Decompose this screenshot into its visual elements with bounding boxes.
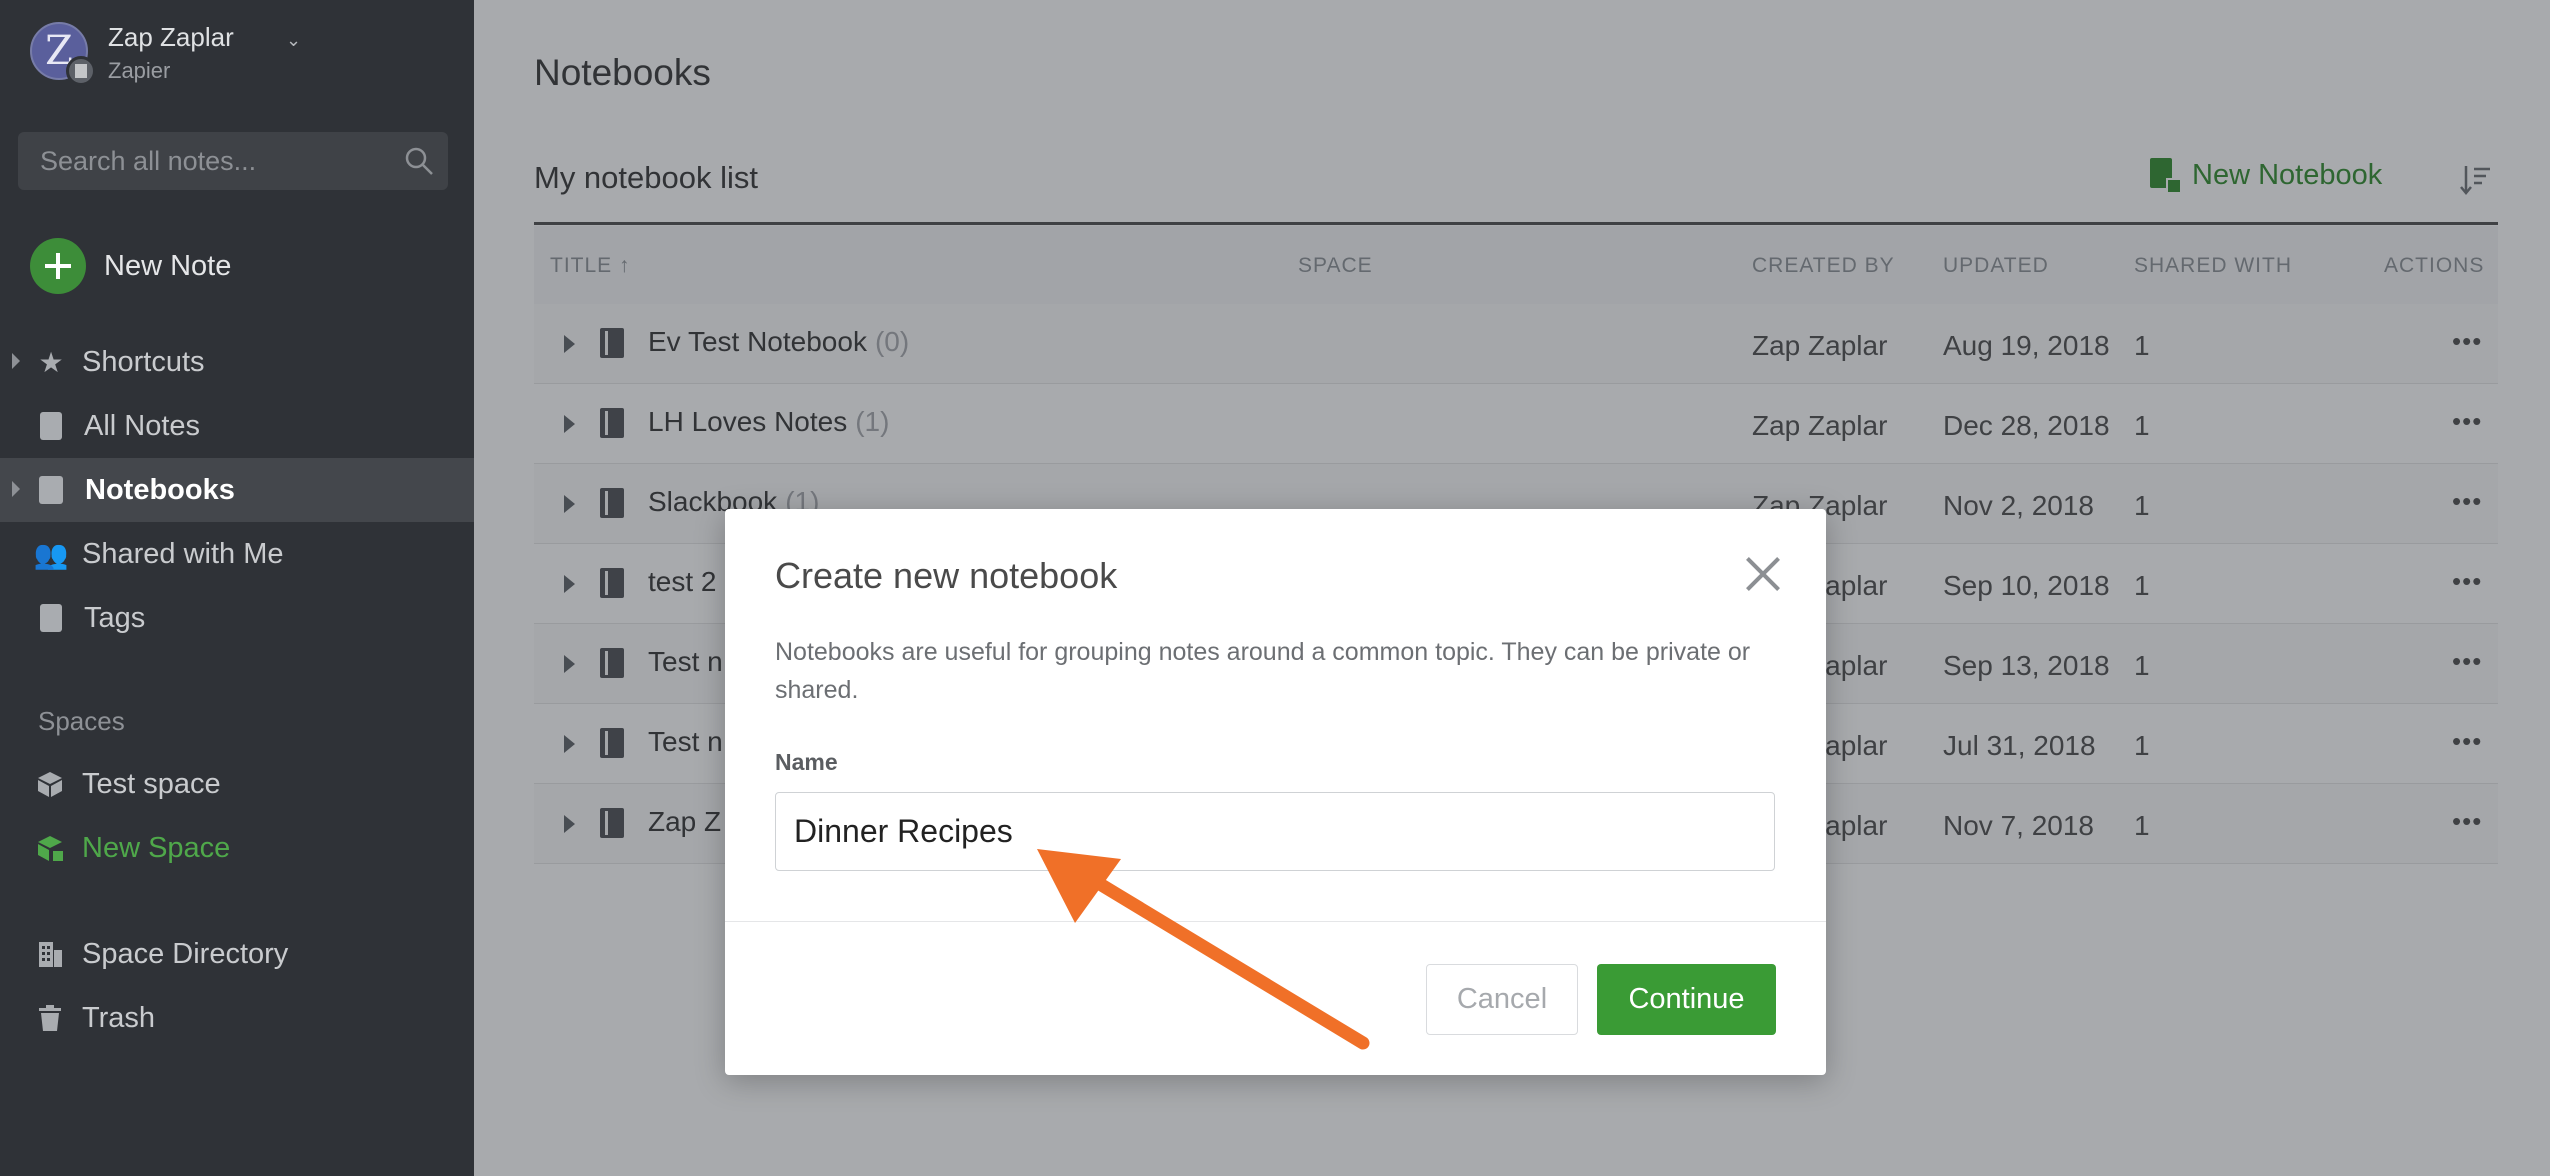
trash-icon (39, 1005, 61, 1031)
search-box (18, 132, 448, 190)
new-note-label: New Note (104, 249, 232, 282)
close-icon[interactable] (1746, 557, 1780, 591)
spaces-heading: Spaces (38, 706, 125, 736)
expand-caret-icon[interactable] (12, 481, 20, 497)
expand-caret-icon[interactable] (12, 353, 20, 369)
sidebar-item-shortcuts[interactable]: ★ Shortcuts (0, 330, 474, 394)
continue-button[interactable]: Continue (1597, 964, 1776, 1035)
dialog-description: Notebooks are useful for grouping notes … (775, 638, 1751, 704)
account-org: Zapier (108, 58, 171, 83)
sidebar-item-trash[interactable]: Trash (36, 988, 155, 1048)
sidebar-item-test-space[interactable]: Test space (36, 754, 221, 814)
sidebar-item-space-directory[interactable]: Space Directory (36, 924, 288, 984)
add-space-icon (38, 836, 63, 861)
new-note-button[interactable]: New Note (30, 236, 330, 296)
sidebar-item-label: Test space (82, 767, 221, 800)
sidebar-nav: ★ Shortcuts All Notes Notebooks 👥 Shared… (0, 330, 474, 650)
sidebar-item-all-notes[interactable]: All Notes (0, 394, 474, 458)
dialog-title: Create new notebook (775, 555, 1118, 596)
sidebar-item-label: New Space (82, 831, 231, 864)
sidebar-item-notebooks[interactable]: Notebooks (0, 458, 474, 522)
sidebar-item-label: All Notes (84, 409, 201, 442)
tag-icon (40, 604, 62, 632)
notebook-icon (39, 476, 63, 504)
cube-icon (38, 772, 62, 797)
star-icon: ★ (38, 346, 64, 378)
annotation-arrow-icon (1037, 849, 1370, 1050)
account-name: Zap Zaplar (108, 22, 234, 52)
people-icon: 👥 (33, 538, 69, 570)
search-icon[interactable] (404, 146, 434, 176)
chevron-down-icon[interactable]: ⌄ (286, 30, 301, 51)
sidebar-item-tags[interactable]: Tags (0, 586, 474, 650)
name-label: Name (775, 749, 838, 775)
sidebar-item-label: Shortcuts (82, 345, 205, 378)
sidebar-item-shared[interactable]: 👥 Shared with Me (0, 522, 474, 586)
new-space-button[interactable]: New Space (36, 818, 230, 878)
business-badge-icon (66, 56, 96, 86)
note-icon (40, 412, 62, 440)
sidebar: Z Zap Zaplar ⌄ Zapier New Note ★ Shortcu… (0, 0, 474, 1176)
account-switcher[interactable]: Z Zap Zaplar ⌄ Zapier (30, 20, 450, 86)
cancel-button[interactable]: Cancel (1426, 964, 1578, 1035)
sidebar-item-label: Trash (82, 1001, 156, 1034)
sidebar-item-label: Tags (84, 601, 146, 634)
building-icon (39, 942, 62, 967)
plus-icon (30, 238, 86, 294)
search-input[interactable] (40, 132, 400, 190)
sidebar-item-label: Shared with Me (82, 537, 284, 570)
sidebar-item-label: Space Directory (82, 937, 289, 970)
sidebar-item-label: Notebooks (85, 473, 235, 506)
